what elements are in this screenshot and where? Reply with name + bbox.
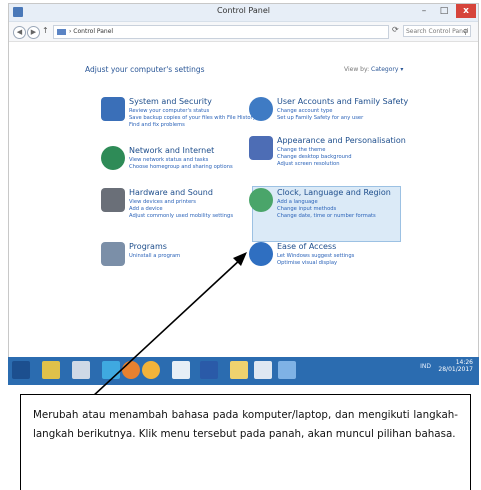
category-link[interactable]: Review your computer's status <box>129 108 209 114</box>
view-by-control[interactable]: View by: Category ▾ <box>344 66 403 73</box>
view-by-dropdown[interactable]: Category ▾ <box>371 66 403 73</box>
category-link[interactable]: Add a device <box>129 206 163 212</box>
category-title[interactable]: User Accounts and Family Safety <box>277 97 408 106</box>
maximize-button[interactable]: □ <box>434 4 454 18</box>
chrome-icon[interactable] <box>142 361 160 379</box>
category-link[interactable]: Adjust screen resolution <box>277 161 340 167</box>
word-icon[interactable] <box>200 361 218 379</box>
folder-app-icon[interactable] <box>230 361 248 379</box>
media-icon[interactable] <box>102 361 120 379</box>
printer-icon <box>101 188 125 212</box>
address-field[interactable]: › Control Panel <box>53 25 389 39</box>
category-link[interactable]: Change date, time or number formats <box>277 213 376 219</box>
view-by-label: View by: <box>344 66 370 73</box>
taskbar: IND 14:26 28/01/2017 <box>8 357 479 385</box>
firefox-icon[interactable] <box>122 361 140 379</box>
category-title[interactable]: Clock, Language and Region <box>277 188 391 197</box>
tray-clock[interactable]: 14:26 28/01/2017 <box>438 359 473 373</box>
category-link[interactable]: Adjust commonly used mobility settings <box>129 213 233 219</box>
category-title[interactable]: Appearance and Personalisation <box>277 136 406 145</box>
clock-time: 14:26 <box>455 359 473 366</box>
category-link[interactable]: Choose homegroup and sharing options <box>129 164 233 170</box>
callout-box: Merubah atau menambah bahasa pada komput… <box>20 394 471 490</box>
tools-icon[interactable] <box>254 361 272 379</box>
category-link[interactable]: Change desktop background <box>277 154 352 160</box>
search-icon: ⚲ <box>462 28 468 36</box>
up-arrow-icon[interactable]: ↑ <box>42 26 49 35</box>
minimize-button[interactable]: – <box>414 4 434 18</box>
programs-icon <box>101 242 125 266</box>
address-path: › Control Panel <box>69 28 114 35</box>
shield-icon <box>101 97 125 121</box>
category-user-accounts[interactable]: User Accounts and Family Safety Change a… <box>249 97 429 127</box>
address-bar: ◀ ▶ ↑ › Control Panel ⟳ Search Control P… <box>9 22 478 42</box>
category-link[interactable]: Change input methods <box>277 206 336 212</box>
users-icon <box>249 97 273 121</box>
category-title[interactable]: Hardware and Sound <box>129 188 213 197</box>
calendar-icon[interactable] <box>72 361 90 379</box>
forward-icon[interactable]: ▶ <box>27 26 40 39</box>
category-ease-of-access[interactable]: Ease of Access Let Windows suggest setti… <box>249 242 429 272</box>
category-link[interactable]: Save backup copies of your files with Fi… <box>129 115 256 121</box>
control-panel-window: Control Panel – □ x ◀ ▶ ↑ › Control Pane… <box>8 3 479 385</box>
close-button[interactable]: x <box>456 4 476 18</box>
category-title[interactable]: Ease of Access <box>277 242 336 251</box>
category-link[interactable]: Let Windows suggest settings <box>277 253 354 259</box>
category-link[interactable]: View devices and printers <box>129 199 196 205</box>
category-title[interactable]: System and Security <box>129 97 212 106</box>
file-explorer-icon[interactable] <box>42 361 60 379</box>
category-link[interactable]: Find and fix problems <box>129 122 185 128</box>
category-clock-language-region[interactable]: Clock, Language and Region Add a languag… <box>249 188 429 226</box>
category-title[interactable]: Network and Internet <box>129 146 214 155</box>
paint-icon[interactable] <box>172 361 190 379</box>
callout-text: Merubah atau menambah bahasa pada komput… <box>33 409 458 440</box>
folder-icon <box>57 28 66 35</box>
category-title[interactable]: Programs <box>129 242 167 251</box>
category-link[interactable]: Add a language <box>277 199 318 205</box>
clock-date: 28/01/2017 <box>438 366 473 373</box>
clock-globe-icon <box>249 188 273 212</box>
category-link[interactable]: Change account type <box>277 108 332 114</box>
start-icon[interactable] <box>12 361 30 379</box>
control-panel-taskbar-icon[interactable] <box>278 361 296 379</box>
tray-lang[interactable]: IND <box>420 363 431 370</box>
category-link[interactable]: Set up Family Safety for any user <box>277 115 363 121</box>
ease-of-access-icon <box>249 242 273 266</box>
category-link[interactable]: View network status and tasks <box>129 157 208 163</box>
category-link[interactable]: Uninstall a program <box>129 253 180 259</box>
display-icon <box>249 136 273 160</box>
globe-network-icon <box>101 146 125 170</box>
search-placeholder: Search Control Panel <box>406 28 469 35</box>
title-bar: Control Panel – □ x <box>9 4 478 22</box>
search-input[interactable]: Search Control Panel ⚲ <box>403 25 471 37</box>
category-link[interactable]: Change the theme <box>277 147 325 153</box>
refresh-icon[interactable]: ⟳ <box>392 25 399 34</box>
back-icon[interactable]: ◀ <box>13 26 26 39</box>
page-title: Adjust your computer's settings <box>85 65 205 74</box>
category-link[interactable]: Optimise visual display <box>277 260 337 266</box>
category-appearance[interactable]: Appearance and Personalisation Change th… <box>249 136 429 174</box>
window-title: Control Panel <box>216 6 271 15</box>
